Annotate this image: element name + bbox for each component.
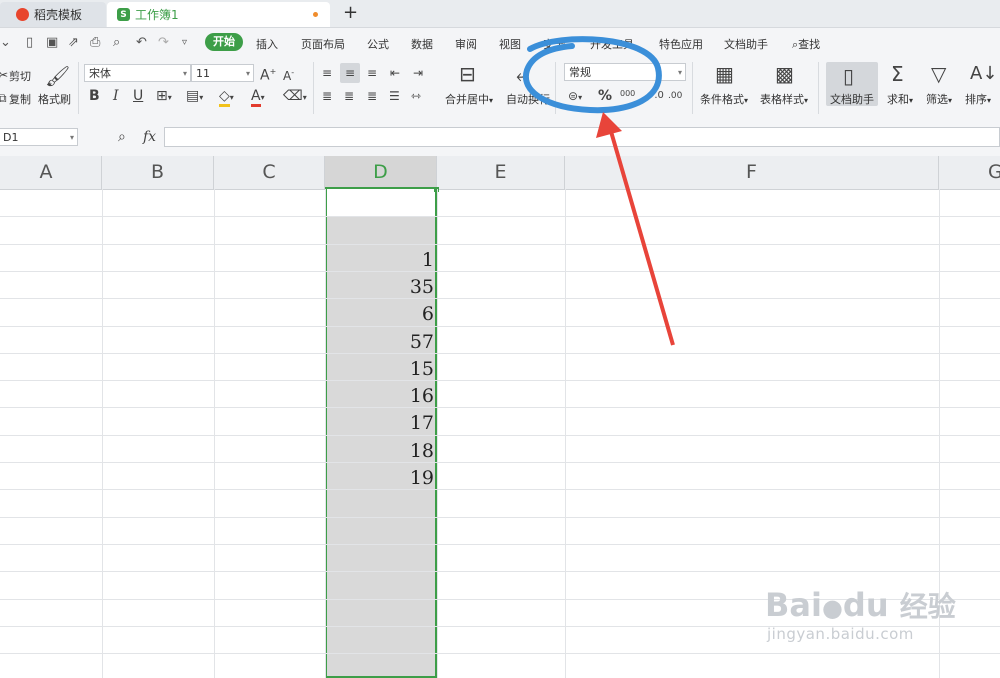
watermark-text-1: Bai bbox=[765, 586, 822, 624]
watermark-text-2: du bbox=[842, 586, 889, 624]
baidu-watermark: Bai●du 经验 jingyan.baidu.com bbox=[765, 588, 956, 643]
arrow-head-icon bbox=[596, 112, 622, 138]
blue-circle-annotation bbox=[522, 36, 662, 114]
watermark-url: jingyan.baidu.com bbox=[767, 625, 914, 643]
annotation-overlay bbox=[522, 36, 675, 346]
red-arrow-annotation bbox=[608, 127, 675, 346]
paw-icon: ● bbox=[821, 594, 843, 622]
watermark-cn: 经验 bbox=[899, 590, 956, 623]
